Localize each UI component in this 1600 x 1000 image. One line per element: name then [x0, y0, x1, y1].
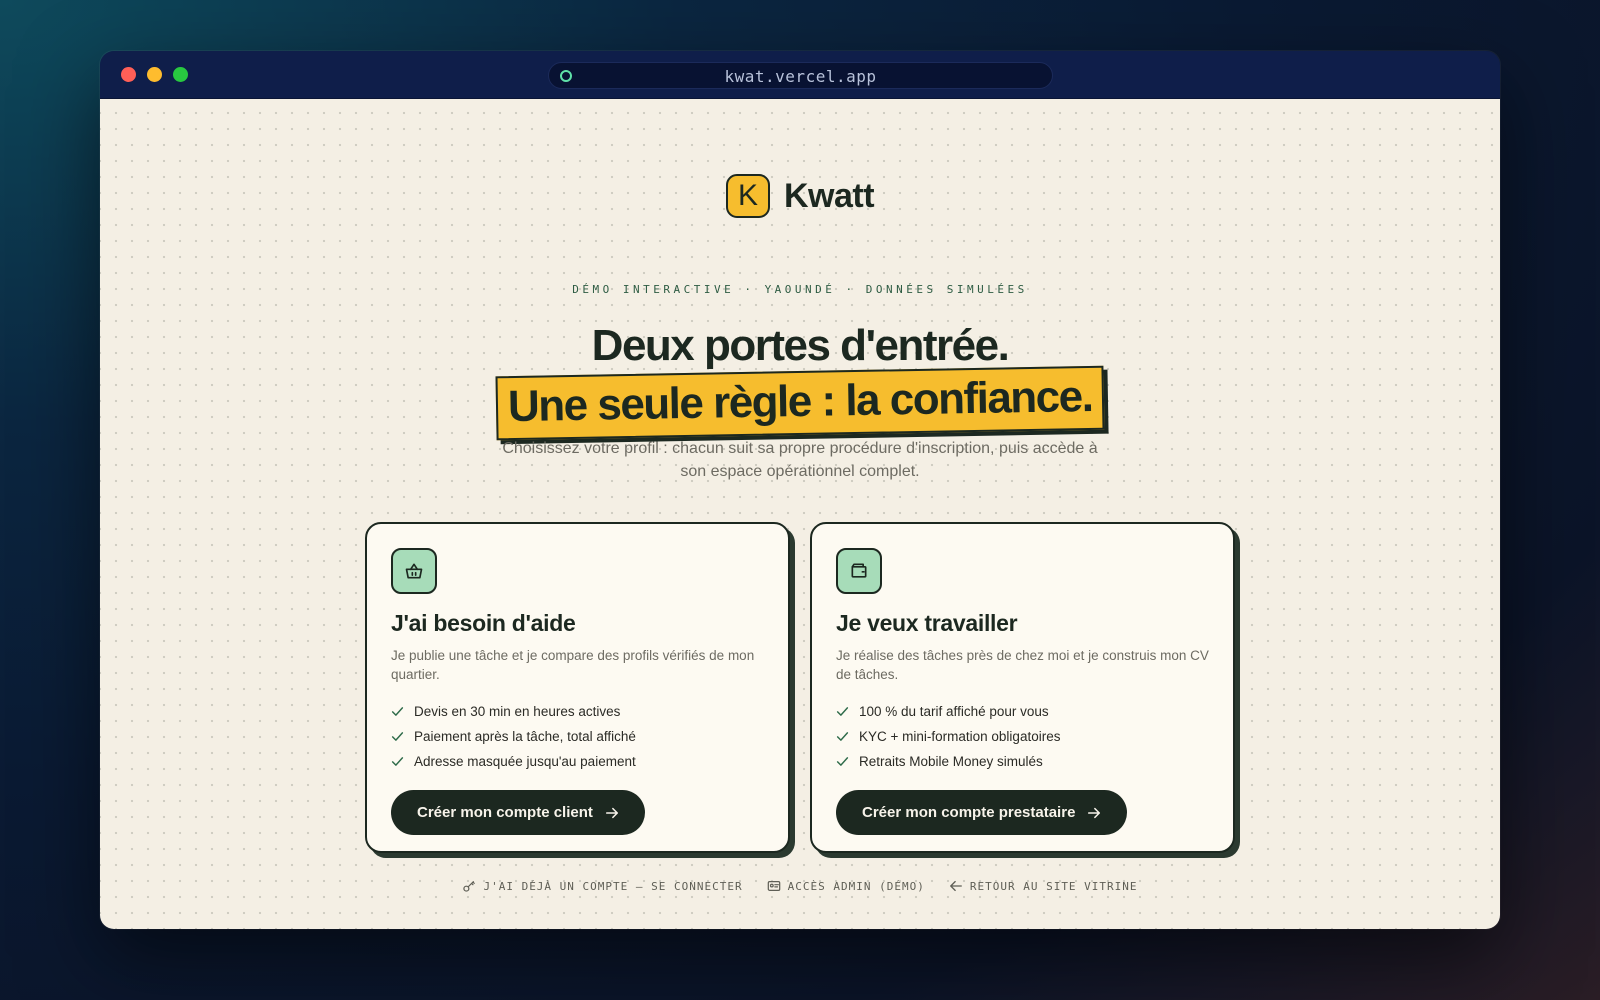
client-card-description: Je publie une tâche et je compare des pr… [391, 648, 755, 682]
browser-window: kwat.vercel.app K Kwatt DÉMO INTERACTIVE… [100, 51, 1500, 929]
headline-highlight-wrapper: Une seule règle : la confiance. [100, 365, 1500, 441]
browser-titlebar: kwat.vercel.app [100, 51, 1500, 99]
basket-icon [391, 548, 437, 594]
list-item: 100 % du tarif affiché pour vous [836, 699, 1209, 724]
list-item: Devis en 30 min en heures actives [391, 699, 764, 724]
login-link-label: J'AI DÉJÀ UN COMPTE — SE CONNECTER [483, 879, 743, 893]
admin-access-label: ACCÈS ADMIN (DÉMO) [787, 879, 925, 893]
close-window-button[interactable] [121, 67, 136, 82]
admin-access-link[interactable]: ACCÈS ADMIN (DÉMO) [767, 879, 925, 893]
headline-highlight: Une seule règle : la confiance. [495, 365, 1105, 441]
client-profile-card: J'ai besoin d'aide Je publie une tâche e… [365, 522, 790, 853]
arrow-right-icon [1088, 807, 1101, 818]
client-card-title: J'ai besoin d'aide [391, 610, 576, 636]
list-item: Adresse masquée jusqu'au paiement [391, 749, 764, 774]
check-icon [391, 732, 404, 741]
check-icon [836, 732, 849, 741]
maximize-window-button[interactable] [173, 67, 188, 82]
create-client-account-button[interactable]: Créer mon compte client [391, 790, 645, 835]
feature-text: Retraits Mobile Money simulés [859, 754, 1043, 769]
check-icon [391, 757, 404, 766]
back-to-site-link[interactable]: RETOUR AU SITE VITRINE [949, 879, 1138, 893]
address-bar[interactable]: kwat.vercel.app [548, 62, 1053, 89]
feature-text: Adresse masquée jusqu'au paiement [414, 754, 636, 769]
wallet-icon [836, 548, 882, 594]
feature-text: Paiement après la tâche, total affiché [414, 729, 636, 744]
feature-text: Devis en 30 min en heures actives [414, 704, 621, 719]
key-icon [463, 881, 476, 892]
brand-name: Kwatt [783, 176, 875, 215]
create-provider-account-button[interactable]: Créer mon compte prestataire [836, 790, 1128, 835]
back-to-site-label: RETOUR AU SITE VITRINE [969, 879, 1138, 893]
arrow-left-icon [949, 880, 962, 892]
check-icon [836, 707, 849, 716]
arrow-right-icon [605, 807, 618, 818]
url-text: kwat.vercel.app [724, 67, 877, 86]
feature-text: KYC + mini-formation obligatoires [859, 729, 1061, 744]
cta-label: Créer mon compte client [417, 804, 593, 821]
provider-card-description: Je réalise des tâches près de chez moi e… [836, 648, 1209, 682]
page-content: K Kwatt DÉMO INTERACTIVE · YAOUNDÉ · DON… [100, 99, 1500, 929]
page-headline: Deux portes d'entrée. [591, 321, 1010, 370]
list-item: Paiement après la tâche, total affiché [391, 724, 764, 749]
provider-card-title: Je veux travailler [836, 610, 1018, 636]
list-item: Retraits Mobile Money simulés [836, 749, 1209, 774]
footer-links: J'AI DÉJÀ UN COMPTE — SE CONNECTER ACCÈS… [100, 879, 1500, 893]
check-icon [836, 757, 849, 766]
page-subtitle: Choisissez votre profil : chacun suit sa… [502, 440, 1098, 480]
list-item: KYC + mini-formation obligatoires [836, 724, 1209, 749]
demo-tagline: DÉMO INTERACTIVE · YAOUNDÉ · DONNÉES SIM… [572, 283, 1028, 296]
login-link[interactable]: J'AI DÉJÀ UN COMPTE — SE CONNECTER [462, 879, 742, 893]
client-feature-list: Devis en 30 min en heures actives Paieme… [391, 699, 764, 774]
id-card-icon [767, 881, 780, 891]
minimize-window-button[interactable] [147, 67, 162, 82]
provider-profile-card: Je veux travailler Je réalise des tâches… [810, 522, 1235, 853]
brand-logo: K Kwatt [100, 174, 1500, 218]
cta-label: Créer mon compte prestataire [862, 804, 1076, 821]
provider-feature-list: 100 % du tarif affiché pour vous KYC + m… [836, 699, 1209, 774]
check-icon [391, 707, 404, 716]
feature-text: 100 % du tarif affiché pour vous [859, 704, 1049, 719]
logo-mark-icon: K [725, 174, 770, 218]
